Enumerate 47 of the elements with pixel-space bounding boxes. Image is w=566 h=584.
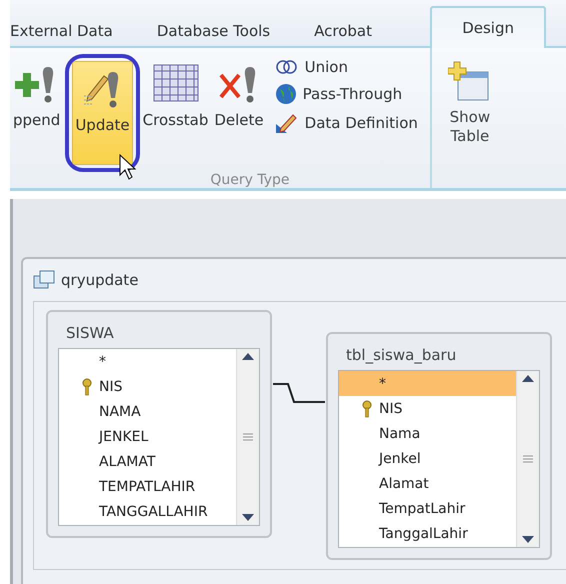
- field-item[interactable]: NIS: [339, 396, 516, 421]
- datadef-button[interactable]: Data Definition: [274, 112, 418, 134]
- grip-icon: [523, 455, 533, 463]
- query-title: qryupdate: [61, 271, 138, 289]
- scroll-up-icon[interactable]: [241, 351, 255, 361]
- delete-button[interactable]: Delete: [211, 56, 267, 160]
- field-item[interactable]: Nama: [339, 421, 516, 446]
- field-item[interactable]: JENKEL: [59, 424, 236, 449]
- table-name: SISWA: [65, 323, 115, 344]
- field-item[interactable]: TANGGALLAHIR: [59, 499, 236, 524]
- field-item[interactable]: NIS: [59, 374, 236, 399]
- globe-icon: [274, 83, 297, 105]
- field-item[interactable]: *: [59, 349, 236, 374]
- table-box[interactable]: tbl_siswa_baru * NIS Nama Jenkel Alamat TempatLahir TanggalLahir: [326, 332, 552, 560]
- scrollbar[interactable]: [516, 371, 539, 547]
- ribbon-tab[interactable]: Database Tools: [134, 16, 292, 46]
- scrollbar[interactable]: [236, 349, 259, 525]
- crosstab-button[interactable]: Crosstab: [140, 56, 212, 160]
- table-name: tbl_siswa_baru: [345, 345, 458, 366]
- field-item[interactable]: TEMPATLAHIR: [59, 474, 236, 499]
- ribbon-tab[interactable]: External Data: [10, 16, 135, 46]
- query-icon: [33, 270, 55, 290]
- field-item[interactable]: Alamat: [339, 471, 516, 496]
- field-item[interactable]: NAMA: [59, 399, 236, 424]
- field-item[interactable]: TanggalLahir: [339, 521, 516, 546]
- grip-icon: [243, 433, 253, 441]
- key-icon: [361, 400, 373, 418]
- pencil-ruler-icon: [274, 112, 299, 134]
- group-label: Query Type: [209, 172, 291, 188]
- passthrough-button[interactable]: Pass-Through: [274, 83, 418, 105]
- update-button[interactable]: Update: [72, 61, 133, 165]
- show-table-button[interactable]: Show Table: [432, 48, 508, 188]
- ribbon-tab[interactable]: Acrobat: [292, 16, 394, 46]
- scroll-up-icon[interactable]: [521, 373, 535, 383]
- field-item[interactable]: *: [339, 371, 516, 396]
- key-icon: [81, 378, 93, 396]
- field-item[interactable]: TempatLahir: [339, 496, 516, 521]
- scroll-down-icon[interactable]: [521, 535, 535, 545]
- union-button[interactable]: Union: [274, 58, 418, 76]
- ribbon-tab[interactable]: Design: [430, 6, 546, 48]
- field-item[interactable]: ALAMAT: [59, 449, 236, 474]
- append-button[interactable]: ppend: [10, 56, 64, 160]
- scroll-down-icon[interactable]: [241, 513, 255, 523]
- table-box[interactable]: SISWA * NIS NAMA JENKEL ALAMAT TEMPATLAHIR TANGGALLAHIR: [46, 310, 272, 538]
- rings-icon: [274, 59, 299, 75]
- field-item[interactable]: Jenkel: [339, 446, 516, 471]
- mouse-cursor-icon: [119, 154, 138, 180]
